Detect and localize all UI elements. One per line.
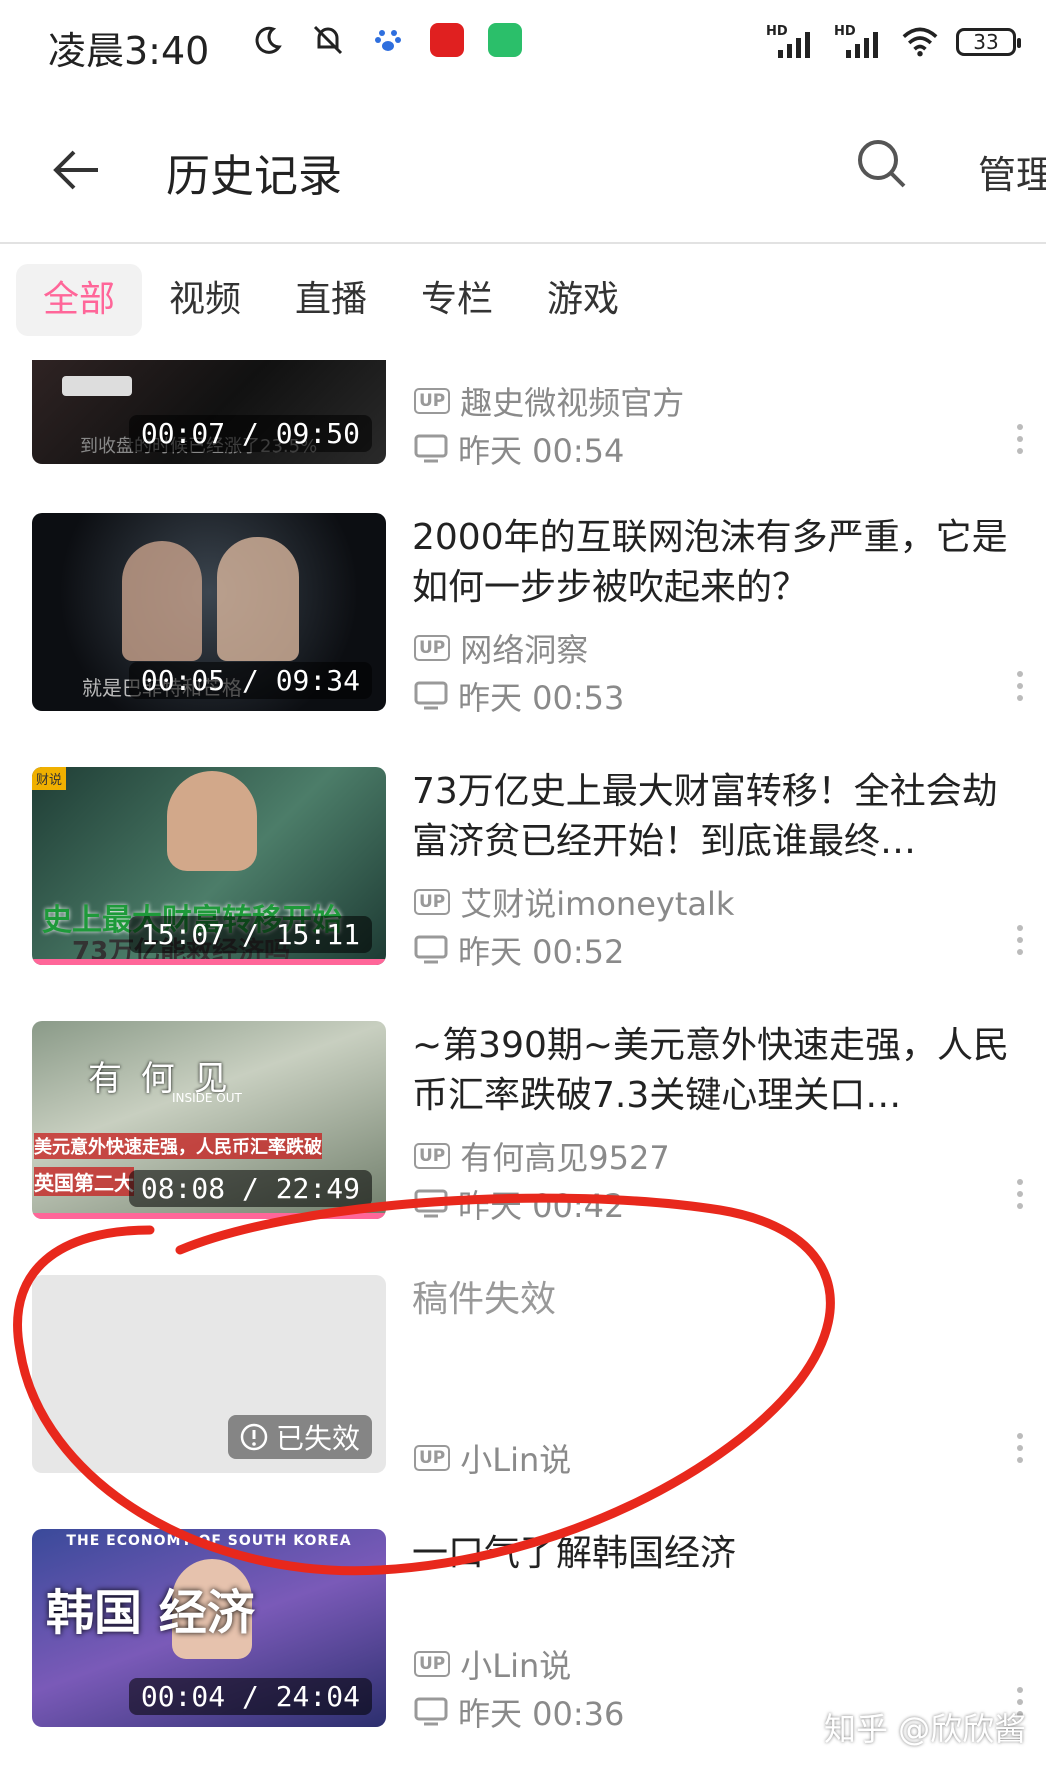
status-bar: 凌晨3:40 HD HD 33 xyxy=(0,0,1046,92)
video-thumbnail[interactable]: 财说 史上最大财富转移开始 73万亿能救经济吗 15:07 / 15:11 xyxy=(32,767,386,965)
monitor-icon xyxy=(414,681,448,710)
video-title[interactable]: 一口气了解韩国经济 xyxy=(412,1529,1012,1579)
signal-icon: HD xyxy=(766,24,816,60)
list-item-invalid[interactable]: 已失效 稿件失效 UP 小Lin说 xyxy=(0,1275,1046,1479)
top-bar: 历史记录 管理 xyxy=(0,92,1046,244)
video-thumbnail[interactable]: THE ECONOMY OF SOUTH KOREA 韩国 经济 00:04 /… xyxy=(32,1529,386,1727)
duration-label: 00:04 / 24:04 xyxy=(128,1678,372,1715)
video-thumbnail-placeholder[interactable]: 已失效 xyxy=(32,1275,386,1473)
uploader: UP 小Lin说 xyxy=(414,1641,571,1687)
manage-button[interactable]: 管理 xyxy=(978,144,1046,199)
video-title[interactable]: 73万亿史上最大财富转移！全社会劫富济贫已经开始！到底谁最终… xyxy=(412,767,1012,867)
paw-app-icon xyxy=(370,22,406,58)
tab-all[interactable]: 全部 xyxy=(16,264,142,336)
duration-label: 08:08 / 22:49 xyxy=(128,1170,372,1207)
up-badge: UP xyxy=(414,1445,451,1471)
duration-label: 15:07 / 15:11 xyxy=(128,916,372,953)
mute-bell-icon xyxy=(310,22,346,58)
video-title[interactable]: ~第390期~美元意外快速走强，人民币汇率跌破7.3关键心理关口… xyxy=(412,1021,1012,1121)
category-tabs: 全部 视频 直播 专栏 游戏 xyxy=(0,244,1046,344)
invalid-badge: 已失效 xyxy=(227,1415,372,1459)
watch-time: 昨天 00:53 xyxy=(414,673,624,719)
more-options-button[interactable] xyxy=(1008,661,1032,711)
more-options-button[interactable] xyxy=(1008,915,1032,965)
list-item[interactable]: 有 何 见 INSIDE OUT 美元意外快速走强，人民币汇率跌破 英国第二大 … xyxy=(0,1021,1046,1225)
video-title[interactable]: 2000年的互联网泡沫有多严重，它是如何一步步被吹起来的？ xyxy=(412,513,1012,613)
uploader: UP 趣史微视频官方 xyxy=(414,378,684,424)
uploader: UP 网络洞察 xyxy=(414,625,588,671)
uploader: UP 有何高见9527 xyxy=(414,1133,670,1179)
duration-label: 00:05 / 09:34 xyxy=(128,662,372,699)
monitor-icon xyxy=(414,935,448,964)
news-app-icon xyxy=(430,23,464,57)
battery-indicator: 33 xyxy=(956,28,1021,56)
uploader: UP 艾财说imoneytalk xyxy=(414,879,734,925)
status-time: 凌晨3:40 xyxy=(48,29,210,73)
video-thumbnail[interactable]: 到收盘的时候已经涨了23.5% 00:07 / 09:50 xyxy=(32,360,386,464)
up-badge: UP xyxy=(414,1651,451,1677)
up-badge: UP xyxy=(414,388,451,414)
up-badge: UP xyxy=(414,635,451,661)
watch-time: 昨天 00:42 xyxy=(414,1181,624,1227)
shield-app-icon xyxy=(488,23,522,57)
list-item[interactable]: THE ECONOMY OF SOUTH KOREA 韩国 经济 00:04 /… xyxy=(0,1529,1046,1733)
up-badge: UP xyxy=(414,1143,451,1169)
duration-label: 00:07 / 09:50 xyxy=(128,415,372,452)
page-title: 历史记录 xyxy=(166,151,342,202)
more-options-button[interactable] xyxy=(1008,1423,1032,1473)
up-badge: UP xyxy=(414,889,451,915)
monitor-icon xyxy=(414,1189,448,1218)
list-item[interactable]: 到收盘的时候已经涨了23.5% 00:07 / 09:50 UP 趣史微视频官方… xyxy=(0,360,1046,470)
watch-time: 昨天 00:52 xyxy=(414,927,624,973)
uploader: UP 小Lin说 xyxy=(414,1435,571,1481)
moon-icon xyxy=(250,22,286,58)
watermark: 知乎 @欣欣酱 xyxy=(824,1710,1027,1748)
watch-time: 昨天 00:54 xyxy=(414,426,624,472)
monitor-icon xyxy=(414,434,448,463)
alert-circle-icon xyxy=(240,1423,268,1451)
tab-article[interactable]: 专栏 xyxy=(394,264,520,336)
monitor-icon xyxy=(414,1697,448,1726)
arrow-left-icon xyxy=(53,150,98,190)
video-title: 稿件失效 xyxy=(412,1279,557,1320)
search-icon xyxy=(858,140,906,188)
history-list: 到收盘的时候已经涨了23.5% 00:07 / 09:50 UP 趣史微视频官方… xyxy=(0,360,1046,1765)
video-thumbnail[interactable]: 就是巴菲特和芒格 00:05 / 09:34 xyxy=(32,513,386,711)
list-item[interactable]: 就是巴菲特和芒格 00:05 / 09:34 2000年的互联网泡沫有多严重，它… xyxy=(0,513,1046,717)
back-button[interactable] xyxy=(48,140,108,200)
more-options-button[interactable] xyxy=(1008,1169,1032,1219)
watch-time: 昨天 00:36 xyxy=(414,1689,624,1735)
video-thumbnail[interactable]: 有 何 见 INSIDE OUT 美元意外快速走强，人民币汇率跌破 英国第二大 … xyxy=(32,1021,386,1219)
more-options-button[interactable] xyxy=(1008,414,1032,464)
list-item[interactable]: 财说 史上最大财富转移开始 73万亿能救经济吗 15:07 / 15:11 73… xyxy=(0,767,1046,971)
search-button[interactable] xyxy=(852,134,912,194)
tab-video[interactable]: 视频 xyxy=(142,264,268,336)
wifi-icon xyxy=(902,24,938,60)
tab-live[interactable]: 直播 xyxy=(268,264,394,336)
signal-icon-2: HD xyxy=(834,24,884,60)
tab-game[interactable]: 游戏 xyxy=(520,264,646,336)
